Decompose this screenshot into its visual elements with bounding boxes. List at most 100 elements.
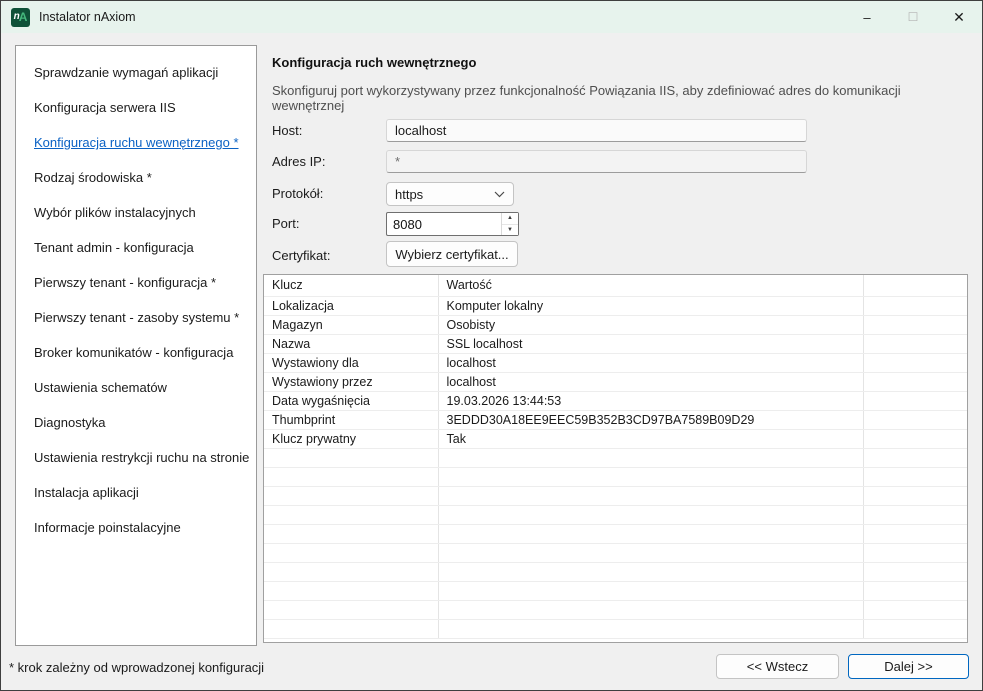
ip-input — [386, 150, 807, 173]
table-row[interactable] — [264, 581, 968, 600]
table-row[interactable]: LokalizacjaKomputer lokalny — [264, 296, 968, 315]
spin-down-icon[interactable]: ▼ — [502, 225, 518, 236]
certificate-label: Certyfikat: — [272, 248, 331, 263]
table-row[interactable]: Wystawiony przezlocalhost — [264, 372, 968, 391]
table-cell — [863, 372, 968, 391]
chevron-down-icon — [494, 191, 505, 198]
table-cell — [863, 353, 968, 372]
table-cell — [863, 543, 968, 562]
table-header-row: KluczWartość — [264, 275, 968, 296]
sidebar-item-12[interactable]: Instalacja aplikacji — [16, 475, 256, 510]
table-cell — [438, 448, 863, 467]
protocol-select[interactable]: https — [386, 182, 514, 206]
sidebar-item-11[interactable]: Ustawienia restrykcji ruchu na stronie — [16, 440, 256, 475]
table-cell: SSL localhost — [438, 334, 863, 353]
table-cell: localhost — [438, 353, 863, 372]
port-spin-buttons: ▲ ▼ — [501, 213, 518, 235]
table-column-header-1[interactable]: Wartość — [438, 275, 863, 296]
sidebar-item-7[interactable]: Pierwszy tenant - zasoby systemu * — [16, 300, 256, 335]
table-cell: Klucz prywatny — [264, 429, 438, 448]
table-cell — [863, 410, 968, 429]
table-cell — [264, 581, 438, 600]
sidebar-item-4[interactable]: Wybór plików instalacyjnych — [16, 195, 256, 230]
table-cell: Tak — [438, 429, 863, 448]
table-row[interactable]: Wystawiony dlalocalhost — [264, 353, 968, 372]
table-column-header-0[interactable]: Klucz — [264, 275, 438, 296]
table-cell — [863, 429, 968, 448]
table-cell: Lokalizacja — [264, 296, 438, 315]
table-cell — [264, 543, 438, 562]
sidebar-item-6[interactable]: Pierwszy tenant - konfiguracja * — [16, 265, 256, 300]
port-input[interactable] — [387, 213, 501, 235]
port-stepper: ▲ ▼ — [386, 212, 519, 236]
table-row[interactable]: Data wygaśnięcia19.03.2026 13:44:53 — [264, 391, 968, 410]
sidebar-item-10[interactable]: Diagnostyka — [16, 405, 256, 440]
table-cell — [863, 334, 968, 353]
table-row[interactable]: MagazynOsobisty — [264, 315, 968, 334]
table-cell — [863, 505, 968, 524]
table-cell — [863, 619, 968, 638]
table-row[interactable] — [264, 486, 968, 505]
sidebar-item-2[interactable]: Konfiguracja ruchu wewnętrznego * — [16, 125, 256, 160]
window-title: Instalator nAxiom — [39, 10, 136, 24]
table-cell — [863, 486, 968, 505]
app-icon: nA — [11, 8, 30, 27]
spin-up-icon[interactable]: ▲ — [502, 213, 518, 225]
sidebar-item-0[interactable]: Sprawdzanie wymagań aplikacji — [16, 55, 256, 90]
footer-note: * krok zależny od wprowadzonej konfigura… — [9, 660, 264, 675]
table-row[interactable]: NazwaSSL localhost — [264, 334, 968, 353]
table-cell — [438, 486, 863, 505]
table-row[interactable] — [264, 600, 968, 619]
protocol-selected-value: https — [395, 187, 423, 202]
table-cell — [438, 505, 863, 524]
table-row[interactable]: Klucz prywatnyTak — [264, 429, 968, 448]
table-row[interactable] — [264, 543, 968, 562]
sidebar-item-9[interactable]: Ustawienia schematów — [16, 370, 256, 405]
back-button[interactable]: << Wstecz — [716, 654, 839, 679]
table-row[interactable] — [264, 619, 968, 638]
table-cell — [863, 562, 968, 581]
table-cell — [264, 448, 438, 467]
host-label: Host: — [272, 123, 302, 138]
close-icon[interactable]: ✕ — [936, 1, 982, 33]
table-cell: Magazyn — [264, 315, 438, 334]
table-cell — [264, 619, 438, 638]
table-row[interactable]: Thumbprint3EDDD30A18EE9EEC59B352B3CD97BA… — [264, 410, 968, 429]
table-row[interactable] — [264, 562, 968, 581]
table-row[interactable] — [264, 524, 968, 543]
sidebar-item-13[interactable]: Informacje poinstalacyjne — [16, 510, 256, 545]
table-row[interactable] — [264, 448, 968, 467]
table-cell — [264, 524, 438, 543]
protocol-label: Protokół: — [272, 186, 323, 201]
sidebar-item-1[interactable]: Konfiguracja serwera IIS — [16, 90, 256, 125]
table-cell — [264, 486, 438, 505]
titlebar: nA Instalator nAxiom – ☐ ✕ — [1, 1, 982, 33]
sidebar-item-3[interactable]: Rodzaj środowiska * — [16, 160, 256, 195]
table-cell — [438, 524, 863, 543]
next-button[interactable]: Dalej >> — [848, 654, 969, 679]
table-cell: Wystawiony dla — [264, 353, 438, 372]
table-row[interactable] — [264, 505, 968, 524]
maximize-icon: ☐ — [890, 1, 936, 33]
table-cell — [863, 467, 968, 486]
table-cell — [264, 562, 438, 581]
table-cell — [438, 619, 863, 638]
table-cell — [264, 505, 438, 524]
table-cell — [863, 391, 968, 410]
table-cell — [863, 581, 968, 600]
table-row[interactable] — [264, 467, 968, 486]
table-column-header-2[interactable] — [863, 275, 968, 296]
sidebar-item-5[interactable]: Tenant admin - konfiguracja — [16, 230, 256, 265]
minimize-icon[interactable]: – — [844, 1, 890, 33]
table-cell: Thumbprint — [264, 410, 438, 429]
host-input[interactable] — [386, 119, 807, 142]
page-subtitle: Skonfiguruj port wykorzystywany przez fu… — [272, 83, 972, 113]
choose-certificate-button[interactable]: Wybierz certyfikat... — [386, 241, 518, 267]
table-cell — [863, 315, 968, 334]
table-cell: Osobisty — [438, 315, 863, 334]
sidebar-item-8[interactable]: Broker komunikatów - konfiguracja — [16, 335, 256, 370]
page-title: Konfiguracja ruch wewnętrznego — [272, 55, 476, 70]
table-cell — [438, 600, 863, 619]
app-icon-letter-a: A — [19, 11, 28, 23]
table-cell: 3EDDD30A18EE9EEC59B352B3CD97BA7589B09D29 — [438, 410, 863, 429]
